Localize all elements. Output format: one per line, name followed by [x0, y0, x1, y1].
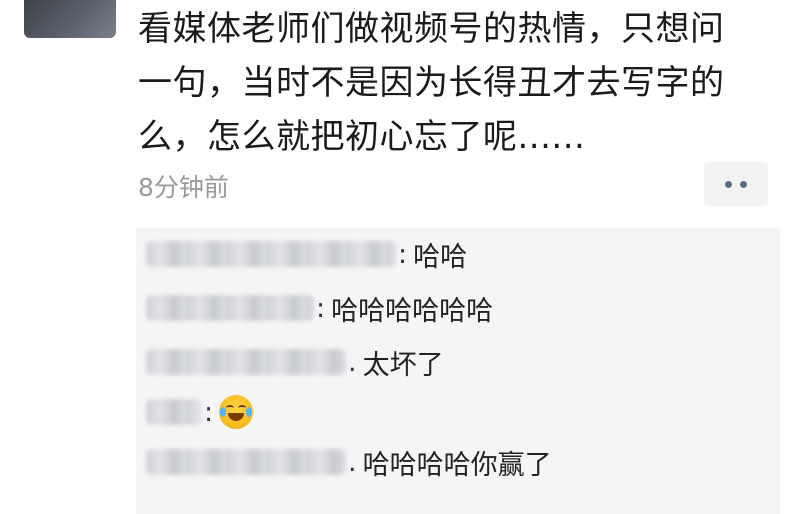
- commenter-name-blurred[interactable]: [146, 449, 346, 475]
- commenter-name-blurred[interactable]: [146, 349, 346, 375]
- comment-item[interactable]: . 太坏了: [146, 340, 444, 384]
- comment-item[interactable]: : 哈哈哈哈哈哈: [146, 286, 493, 330]
- comment-item[interactable]: : 哈哈: [146, 232, 467, 276]
- post-line: 一句，当时不是因为长得丑才去写字的: [138, 63, 725, 103]
- comment-item[interactable]: . 哈哈哈哈你赢了: [146, 440, 552, 484]
- more-icon-dot: [740, 180, 747, 188]
- laughing-crying-emoji-icon: [219, 395, 254, 429]
- comment-text: 哈哈: [413, 241, 468, 273]
- more-icon-dot: [725, 180, 732, 188]
- more-button[interactable]: [704, 162, 768, 206]
- comment-separator: :: [204, 396, 214, 428]
- avatar[interactable]: [24, 0, 116, 38]
- post-line: 么，怎么就把初心忘了呢......: [138, 117, 586, 157]
- commenter-name-blurred[interactable]: [146, 399, 202, 425]
- comment-separator: :: [398, 238, 408, 270]
- comment-separator: .: [348, 446, 357, 478]
- comment-text: 哈哈哈哈你赢了: [362, 449, 552, 481]
- commenter-name-blurred[interactable]: [146, 295, 314, 321]
- comment-list: : 哈哈 : 哈哈哈哈哈哈 . 太坏了 : . 哈哈哈哈你赢了: [136, 228, 780, 514]
- comment-text: 哈哈哈哈哈哈: [331, 295, 494, 327]
- comment-separator: .: [348, 346, 357, 378]
- post-text: 看媒体老师们做视频号的热情，只想问 一句，当时不是因为长得丑才去写字的 么，怎么…: [138, 2, 778, 164]
- comment-separator: :: [316, 292, 326, 324]
- post-timestamp: 8分钟前: [138, 173, 229, 202]
- comment-item[interactable]: :: [146, 390, 254, 434]
- post-line: 看媒体老师们做视频号的热情，只想问: [138, 9, 725, 49]
- comment-text: 太坏了: [362, 349, 444, 381]
- commenter-name-blurred[interactable]: [146, 241, 396, 267]
